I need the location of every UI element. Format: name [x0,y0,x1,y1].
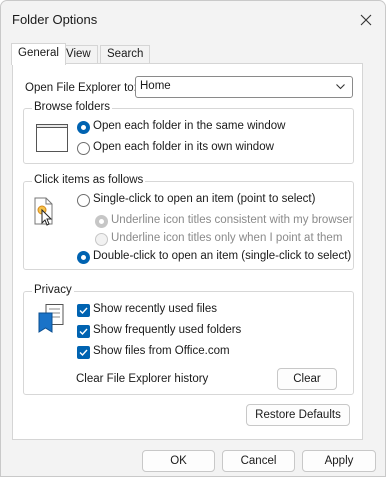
double-click-label[interactable]: Double-click to open an item (single-cli… [93,250,351,262]
double-click-radio[interactable] [77,251,90,264]
close-button[interactable] [353,7,379,33]
recent-files-checkbox[interactable] [77,304,90,317]
underline-point-radio[interactable] [95,233,108,246]
privacy-title: Privacy [32,284,74,296]
window-title: Folder Options [12,12,98,27]
frequent-folders-label[interactable]: Show frequently used folders [93,324,241,336]
checkmark-icon [79,349,88,357]
checkmark-icon [79,307,88,315]
click-cursor-icon [34,197,53,226]
own-window-radio[interactable] [77,142,90,155]
own-window-label[interactable]: Open each folder in its own window [93,141,274,153]
single-click-label[interactable]: Single-click to open an item (point to s… [93,193,315,205]
clear-history-button[interactable]: Clear [277,368,337,390]
click-items-title: Click items as follows [32,174,146,186]
recent-files-label[interactable]: Show recently used files [93,303,217,315]
checkmark-icon [79,328,88,336]
chevron-down-icon [336,84,345,90]
close-icon [360,14,372,26]
click-items-group: Click items as follows Single-click to o… [23,174,354,270]
open-explorer-select[interactable]: Home [135,76,353,98]
privacy-shield-icon [38,304,64,333]
underline-point-label: Underline icon titles only when I point … [111,232,343,244]
ok-button[interactable]: OK [142,450,215,472]
same-window-label[interactable]: Open each folder in the same window [93,120,285,132]
same-window-radio[interactable] [77,121,90,134]
apply-button[interactable]: Apply [302,450,376,472]
cancel-button[interactable]: Cancel [222,450,295,472]
restore-defaults-button[interactable]: Restore Defaults [246,404,350,426]
general-tab-panel: Open File Explorer to: Home Browse folde… [12,63,363,440]
folder-window-icon [36,124,68,152]
privacy-group: Privacy Show recently used files Show fr… [23,284,354,395]
open-explorer-value: Home [140,80,171,92]
tab-search[interactable]: Search [100,45,151,64]
clear-history-label: Clear File Explorer history [76,373,209,385]
underline-consistent-radio[interactable] [95,215,108,228]
underline-consistent-label: Underline icon titles consistent with my… [111,214,353,226]
browse-folders-group: Browse folders Open each folder in the s… [23,101,354,164]
office-files-checkbox[interactable] [77,346,90,359]
browse-folders-title: Browse folders [32,101,113,113]
single-click-radio[interactable] [77,194,90,207]
office-files-label[interactable]: Show files from Office.com [93,345,230,357]
frequent-folders-checkbox[interactable] [77,325,90,338]
folder-options-dialog: Folder Options General View Search Open … [0,0,386,477]
title-bar: Folder Options [1,1,385,39]
tab-general[interactable]: General [11,43,66,65]
open-explorer-label: Open File Explorer to: [25,82,137,94]
